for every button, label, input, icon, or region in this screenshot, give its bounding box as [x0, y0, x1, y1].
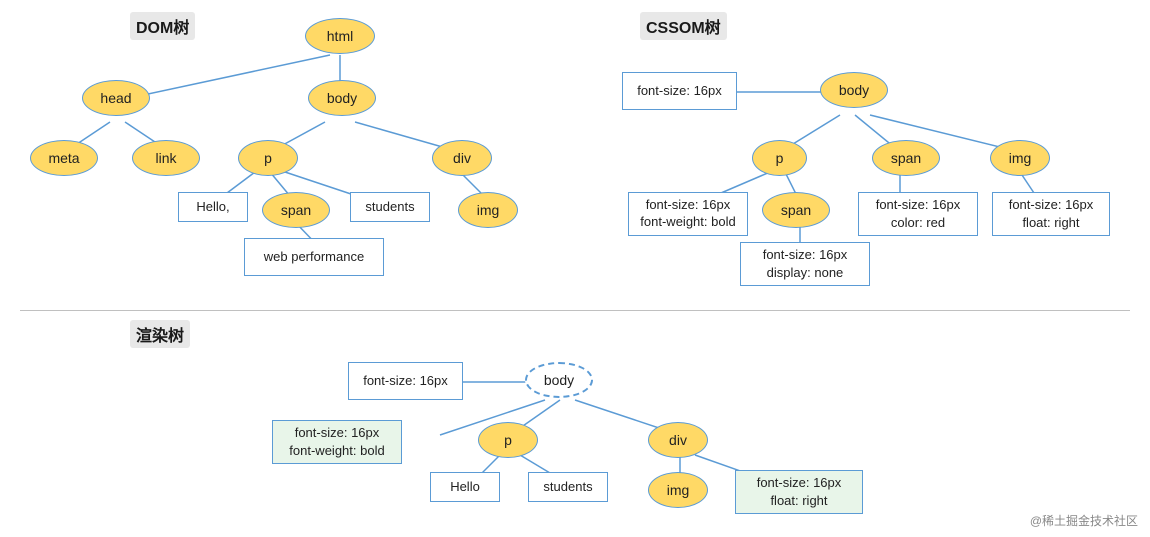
node-fontsize-display-none: font-size: 16pxdisplay: none — [740, 242, 870, 286]
node-fontsize-top: font-size: 16px — [622, 72, 737, 110]
node-img-dom: img — [458, 192, 518, 228]
section-cssom-label: CSSOM树 — [640, 12, 727, 40]
node-body-dom: body — [308, 80, 376, 116]
node-result-students: students — [528, 472, 608, 502]
node-link: link — [132, 140, 200, 176]
node-fontsize-bold: font-size: 16pxfont-weight: bold — [628, 192, 748, 236]
node-span-dom: span — [262, 192, 330, 228]
node-img-cssom: img — [990, 140, 1050, 176]
node-div-dom: div — [432, 140, 492, 176]
section-dom-label: DOM树 — [130, 12, 195, 40]
node-fontsize-color-red: font-size: 16pxcolor: red — [858, 192, 978, 236]
node-span-cssom: span — [872, 140, 940, 176]
node-result-img: img — [648, 472, 708, 508]
node-result-fontsize-float-right: font-size: 16pxfloat: right — [735, 470, 863, 514]
section-divider — [20, 310, 1130, 311]
node-result-body: body — [525, 362, 593, 398]
node-fontsize-float-right: font-size: 16pxfloat: right — [992, 192, 1110, 236]
node-body-cssom: body — [820, 72, 888, 108]
node-result-p: p — [478, 422, 538, 458]
node-head: head — [82, 80, 150, 116]
node-hello-text: Hello, — [178, 192, 248, 222]
node-span-p-cssom: span — [762, 192, 830, 228]
node-result-hello: Hello — [430, 472, 500, 502]
node-result-fontsize-bold: font-size: 16pxfont-weight: bold — [272, 420, 402, 464]
node-result-div: div — [648, 422, 708, 458]
watermark: @稀土掘金技术社区 — [1030, 512, 1138, 529]
lines-svg — [0, 0, 1150, 537]
node-p-dom: p — [238, 140, 298, 176]
node-html: html — [305, 18, 375, 54]
node-p-cssom: p — [752, 140, 807, 176]
diagram-container: DOM树 html head body meta link p div Hell… — [0, 0, 1150, 537]
section-result-label: 渲染树 — [130, 320, 190, 348]
node-students-text: students — [350, 192, 430, 222]
node-result-fontsize-top: font-size: 16px — [348, 362, 463, 400]
node-web-performance: web performance — [244, 238, 384, 276]
node-meta: meta — [30, 140, 98, 176]
